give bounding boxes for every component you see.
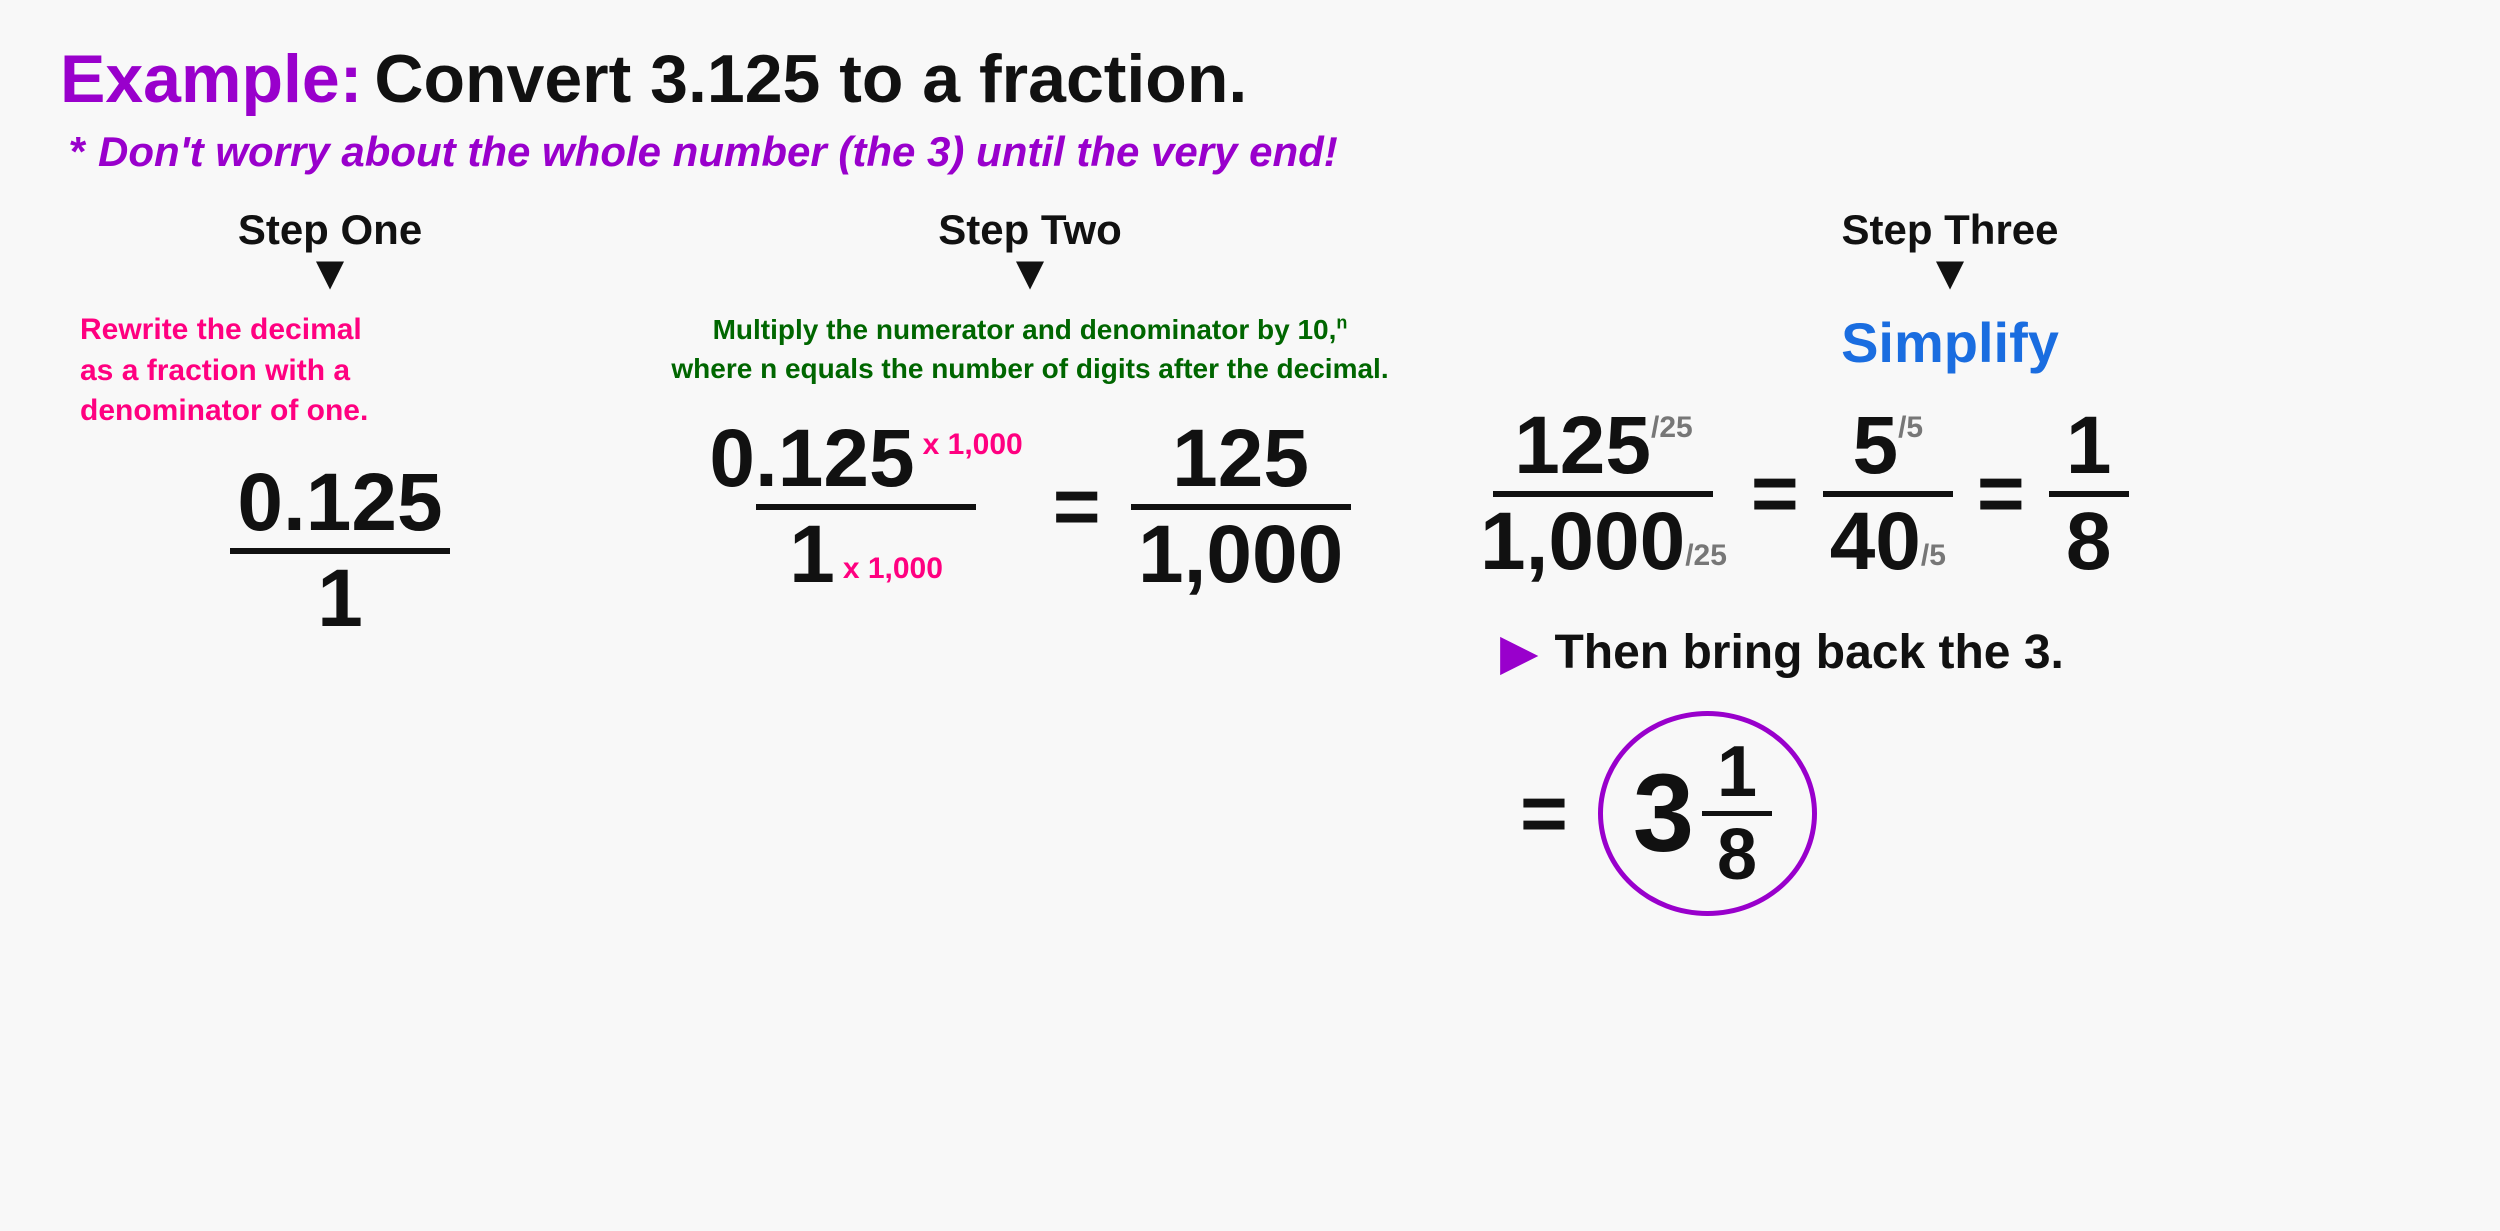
frac2-den: 40	[1830, 501, 1921, 583]
bring-back-text: Then bring back the 3.	[1554, 625, 2063, 680]
step-two-result-num: 125	[1172, 418, 1309, 500]
step-two-desc: Multiply the numerator and denominator b…	[671, 310, 1388, 388]
title-rest: Convert 3.125 to a fraction.	[374, 40, 1247, 118]
final-equals: =	[1520, 767, 1568, 861]
example-label: Example:	[60, 40, 362, 118]
frac1-num: 125	[1514, 405, 1651, 487]
step-one-fraction: 0.125 1	[230, 462, 450, 640]
step3-frac2: 5 /5 40 /5	[1823, 405, 1953, 583]
bring-back-arrow-icon: ▶	[1500, 623, 1538, 681]
frac2-num-small: /5	[1898, 411, 1923, 445]
frac3-num: 1	[2066, 405, 2112, 487]
step-one-denominator: 1	[317, 558, 363, 640]
steps-row: Step One ▼ Rewrite the decimal as a frac…	[60, 206, 2440, 916]
frac1-den-small: /25	[1685, 539, 1727, 573]
step-two-left-frac: 0.125 x 1,000 1 x 1,000	[709, 418, 1022, 596]
step-two-times-top: x 1,000	[923, 428, 1023, 462]
final-frac-den: 8	[1717, 819, 1757, 891]
step-two-denominator: 1	[789, 514, 835, 596]
step-one-desc: Rewrite the decimal as a fraction with a…	[60, 310, 368, 432]
step-one-fraction-area: 0.125 1	[210, 462, 450, 640]
step3-frac3: 1 8	[2049, 405, 2129, 583]
frac2-den-small: /5	[1921, 539, 1946, 573]
final-frac-num: 1	[1717, 736, 1757, 808]
frac3-den: 8	[2066, 501, 2112, 583]
step-two-result: 125 1,000	[1131, 418, 1351, 596]
frac2-den-row: 40 /5	[1830, 501, 1946, 583]
step-two-fraction-area: 0.125 x 1,000 1 x 1,000 = 125 1,000	[709, 418, 1350, 596]
frac1-num-small: /25	[1651, 411, 1693, 445]
step-two: Step Two ▼ Multiply the numerator and de…	[600, 206, 1460, 596]
page-title-line: Example: Convert 3.125 to a fraction.	[60, 40, 2440, 118]
subtitle-text: Don't worry about the whole number (the …	[98, 128, 1338, 175]
final-mixed-frac: 1 8	[1702, 736, 1772, 891]
step3-equals2: =	[1977, 453, 2025, 535]
step-one: Step One ▼ Rewrite the decimal as a frac…	[60, 206, 600, 640]
subtitle-star: *	[70, 128, 86, 175]
frac1-den-row: 1,000 /25	[1480, 501, 1727, 583]
step-two-sup: n	[1336, 313, 1347, 333]
step-two-numerator: 0.125	[709, 418, 914, 500]
step-two-equals: =	[1053, 466, 1101, 548]
frac2-num-row: 5 /5	[1852, 405, 1923, 487]
step-one-arrow: ▼	[306, 250, 354, 298]
frac1-den: 1,000	[1480, 501, 1685, 583]
bring-back: ▶ Then bring back the 3.	[1460, 623, 2064, 681]
step-one-numerator: 0.125	[237, 462, 442, 544]
frac2-num: 5	[1852, 405, 1898, 487]
step-two-arrow: ▼	[1006, 250, 1054, 298]
frac1-num-row: 125 /25	[1514, 405, 1693, 487]
step-two-times-bottom: x 1,000	[843, 552, 943, 586]
final-whole: 3	[1633, 759, 1694, 869]
step3-frac1: 125 /25 1,000 /25	[1480, 405, 1727, 583]
step-three: Step Three ▼ Simplify 125 /25 1,000 /25 …	[1460, 206, 2440, 916]
final-answer-row: = 3 1 8	[1460, 711, 1817, 916]
subtitle: * Don't worry about the whole number (th…	[60, 128, 2440, 176]
simplify-label: Simplify	[1841, 310, 2059, 375]
circle-fraction: 3 1 8	[1598, 711, 1817, 916]
step3-equals1: =	[1751, 453, 1799, 535]
step3-fractions: 125 /25 1,000 /25 = 5 /5 40 /	[1460, 405, 2129, 583]
step-three-arrow: ▼	[1926, 250, 1974, 298]
step-two-result-den: 1,000	[1138, 514, 1343, 596]
